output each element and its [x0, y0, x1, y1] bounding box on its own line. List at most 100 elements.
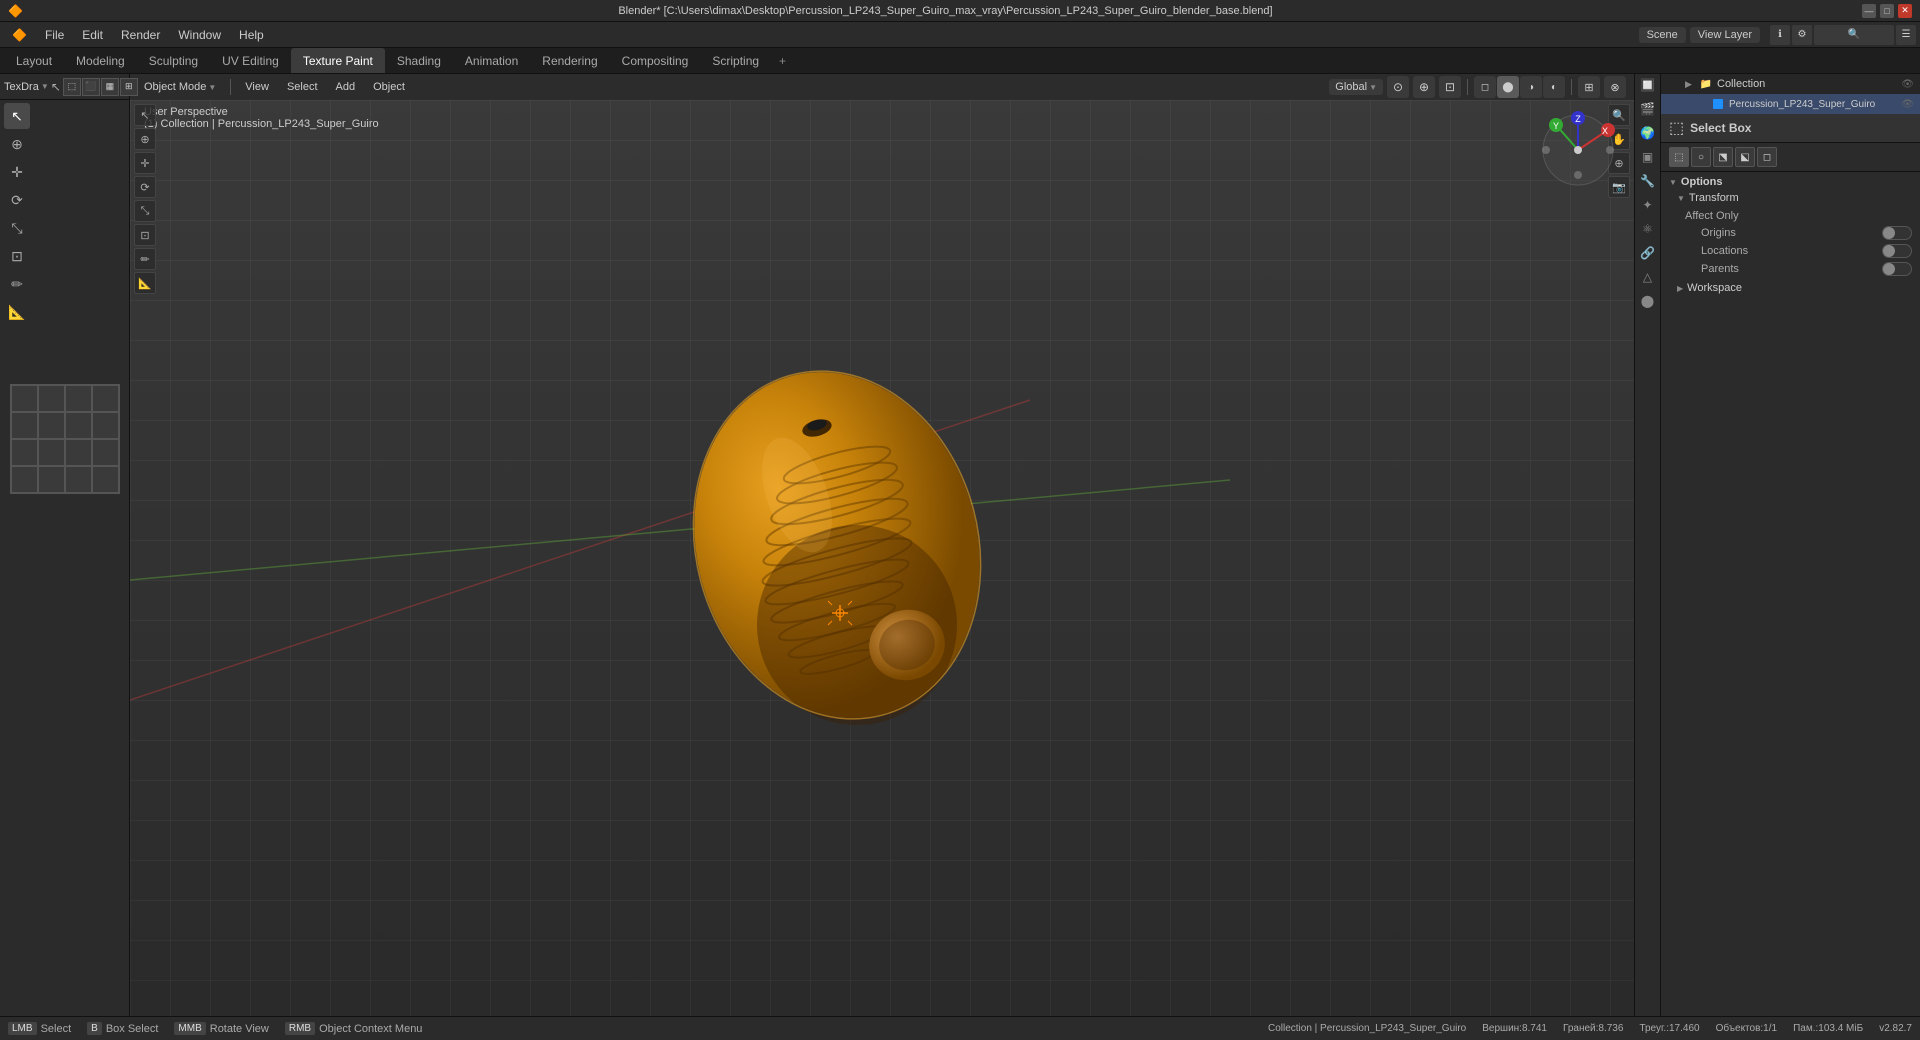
- tool-transform[interactable]: ⊡: [4, 243, 30, 269]
- tab-animation[interactable]: Animation: [453, 48, 530, 73]
- wireframe-btn[interactable]: ◻: [1474, 76, 1496, 98]
- tool-rotate[interactable]: ⟳: [4, 187, 30, 213]
- tool-measure[interactable]: 📐: [4, 299, 30, 325]
- workspace-subsection-header[interactable]: ▶ Workspace: [1669, 282, 1912, 294]
- info-icon[interactable]: ℹ: [1770, 25, 1790, 45]
- tool-select[interactable]: ↖: [4, 103, 30, 129]
- settings-icon[interactable]: ⚙: [1792, 25, 1812, 45]
- vp-measure-tool[interactable]: 📐: [134, 272, 156, 294]
- maximize-button[interactable]: □: [1880, 4, 1894, 18]
- vp-view[interactable]: View: [239, 79, 275, 95]
- context-menu-status: RMB Object Context Menu: [285, 1022, 423, 1035]
- props-particles-icon[interactable]: ✦: [1637, 194, 1659, 216]
- vp-scale-tool[interactable]: ⤡: [134, 200, 156, 222]
- minimize-button[interactable]: —: [1862, 4, 1876, 18]
- props-material-icon[interactable]: ⬤: [1637, 290, 1659, 312]
- origins-toggle[interactable]: [1882, 226, 1912, 240]
- view-layer-dropdown[interactable]: View Layer: [1690, 27, 1760, 43]
- search-bar[interactable]: 🔍: [1814, 25, 1894, 45]
- tool-cursor[interactable]: ⊕: [4, 131, 30, 157]
- props-world-icon[interactable]: 🌍: [1637, 122, 1659, 144]
- tab-scripting[interactable]: Scripting: [700, 48, 771, 73]
- tab-sculpting[interactable]: Sculpting: [137, 48, 210, 73]
- tab-layout[interactable]: Layout: [4, 48, 64, 73]
- viewport[interactable]: Object Mode ▼ View Select Add Object Glo…: [130, 74, 1634, 1016]
- vp-object[interactable]: Object: [367, 79, 411, 95]
- gizmo-btn[interactable]: ⊗: [1604, 76, 1626, 98]
- props-physics-icon[interactable]: ⚛: [1637, 218, 1659, 240]
- scene-dropdown[interactable]: Scene: [1639, 27, 1686, 43]
- locations-toggle[interactable]: [1882, 244, 1912, 258]
- select-box-lasso[interactable]: ⬔: [1713, 147, 1733, 167]
- tab-modeling[interactable]: Modeling: [64, 48, 137, 73]
- menu-window[interactable]: Window: [170, 26, 229, 44]
- vp-select[interactable]: Select: [281, 79, 324, 95]
- vp-object-mode[interactable]: Object Mode ▼: [138, 79, 222, 95]
- vp-select-tool[interactable]: ↖: [134, 104, 156, 126]
- props-view-layer-icon[interactable]: 🔲: [1637, 74, 1659, 96]
- menu-help[interactable]: Help: [231, 26, 272, 44]
- rotate-status: MMB Rotate View: [174, 1022, 268, 1035]
- cursor-tool[interactable]: ↖: [51, 77, 61, 97]
- tool-move[interactable]: ✛: [4, 159, 30, 185]
- object-visibility[interactable]: 👁: [1901, 99, 1914, 110]
- vp-right-controls: Global ▼ ⊙ ⊕ ⊡ ◻ ⬤ ◑ ◐ ⊞ ⊗: [1329, 76, 1626, 98]
- vp-cursor-tool[interactable]: ⊕: [134, 128, 156, 150]
- tab-shading[interactable]: Shading: [385, 48, 453, 73]
- tab-compositing[interactable]: Compositing: [610, 48, 701, 73]
- visibility-toggle[interactable]: 👁: [1901, 79, 1914, 90]
- parents-toggle[interactable]: [1882, 262, 1912, 276]
- layout-btn-3[interactable]: ▦: [101, 78, 119, 96]
- vp-annotate-tool[interactable]: ✏: [134, 248, 156, 270]
- menu-render[interactable]: Render: [113, 26, 168, 44]
- nav-gizmo[interactable]: X Y Z: [1538, 110, 1618, 190]
- select-box-circle[interactable]: ○: [1691, 147, 1711, 167]
- transform-subsection-header[interactable]: ▼ Transform: [1669, 192, 1912, 204]
- collection-label: (1) Collection | Percussion_LP243_Super_…: [144, 118, 379, 130]
- triangles-count: Треуг.:17.460: [1639, 1023, 1699, 1034]
- tab-texture-paint[interactable]: Texture Paint: [291, 48, 385, 73]
- menu-file[interactable]: File: [37, 26, 72, 44]
- select-box-rect[interactable]: ⬚: [1669, 147, 1689, 167]
- props-scene-icon[interactable]: 🎬: [1637, 98, 1659, 120]
- outliner-object[interactable]: Percussion_LP243_Super_Guiro 👁: [1661, 94, 1920, 114]
- outliner-collection[interactable]: ▶ 📁 Collection 👁: [1661, 74, 1920, 94]
- guiro-object[interactable]: [662, 335, 1042, 755]
- add-workspace-button[interactable]: +: [771, 50, 794, 72]
- close-button[interactable]: ✕: [1898, 4, 1912, 18]
- snap-btn[interactable]: ⊕: [1413, 76, 1435, 98]
- tree-arrow: ▶: [1685, 79, 1695, 90]
- layout-btn-2[interactable]: ⬛: [82, 78, 100, 96]
- tab-uv-editing[interactable]: UV Editing: [210, 48, 291, 73]
- tool-scale[interactable]: ⤡: [4, 215, 30, 241]
- vp-rotate-tool[interactable]: ⟳: [134, 176, 156, 198]
- grid-cell: [65, 412, 92, 439]
- props-data-icon[interactable]: △: [1637, 266, 1659, 288]
- mode-selector[interactable]: TexDra ▼: [4, 81, 49, 93]
- menu-blender[interactable]: 🔶: [4, 26, 35, 44]
- props-modifier-icon[interactable]: 🔧: [1637, 170, 1659, 192]
- overlay-btn[interactable]: ⊞: [1578, 76, 1600, 98]
- tab-rendering[interactable]: Rendering: [530, 48, 609, 73]
- layout-btn-1[interactable]: ⬚: [63, 78, 81, 96]
- vp-transform-tool[interactable]: ⊡: [134, 224, 156, 246]
- proportional-edit-btn[interactable]: ⊡: [1439, 76, 1461, 98]
- select-box-4[interactable]: ⬕: [1735, 147, 1755, 167]
- layout-btn-4[interactable]: ⊞: [120, 78, 138, 96]
- solid-btn[interactable]: ⬤: [1497, 76, 1519, 98]
- select-box-expand-icon[interactable]: ⬚: [1669, 118, 1684, 138]
- select-box-5[interactable]: ◻: [1757, 147, 1777, 167]
- menu-edit[interactable]: Edit: [74, 26, 111, 44]
- filter-icon[interactable]: ☰: [1896, 25, 1916, 45]
- rendered-btn[interactable]: ◐: [1543, 76, 1565, 98]
- global-label: Global: [1335, 81, 1367, 93]
- transform-orientation[interactable]: Global ▼: [1329, 79, 1383, 95]
- vp-add[interactable]: Add: [330, 79, 362, 95]
- material-btn[interactable]: ◑: [1520, 76, 1542, 98]
- pivot-btn[interactable]: ⊙: [1387, 76, 1409, 98]
- vp-move-tool[interactable]: ✛: [134, 152, 156, 174]
- tool-annotate[interactable]: ✏: [4, 271, 30, 297]
- options-header[interactable]: ▼ Options: [1669, 176, 1912, 188]
- props-constraints-icon[interactable]: 🔗: [1637, 242, 1659, 264]
- props-object-icon[interactable]: ▣: [1637, 146, 1659, 168]
